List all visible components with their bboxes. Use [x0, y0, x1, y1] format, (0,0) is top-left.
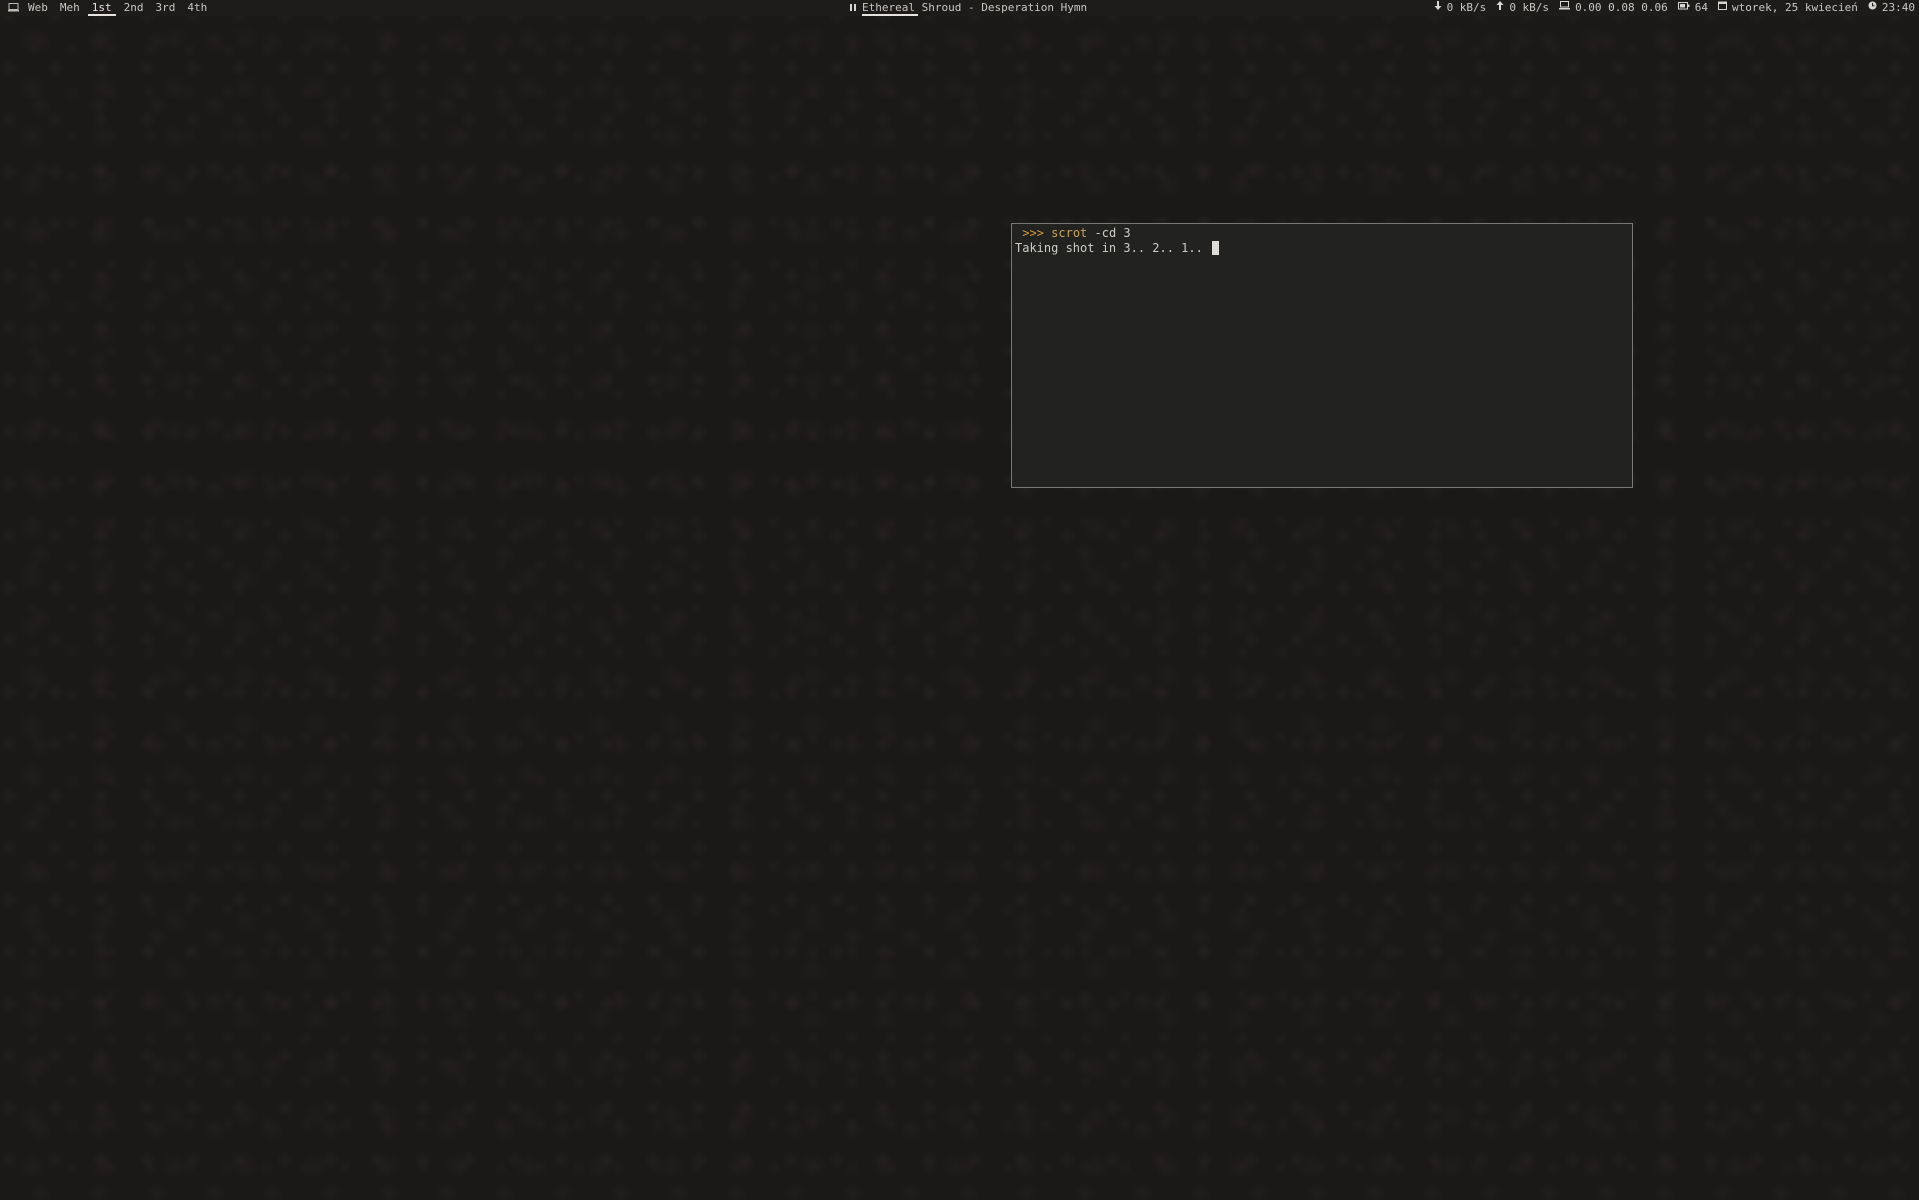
desktop-wallpaper: [0, 0, 1919, 1200]
system-load: 0.00 0.08 0.06: [1559, 0, 1668, 15]
download-rate: 0 kB/s: [1434, 0, 1486, 15]
terminal-command: scrot: [1051, 226, 1088, 240]
clock-display: 23:40: [1868, 0, 1915, 15]
pause-icon[interactable]: [850, 4, 856, 11]
terminal-window[interactable]: >>> scrot -cd 3 Taking shot in 3.. 2.. 1…: [1011, 223, 1633, 488]
now-playing-title: Ethereal Shroud - Desperation Hymn: [862, 1, 1088, 16]
tag-2nd[interactable]: 2nd: [118, 0, 150, 15]
tag-list: Web Meh 1st 2nd 3rd 4th: [4, 0, 213, 16]
battery-icon: [1677, 0, 1690, 15]
terminal-command-line: >>> scrot -cd 3: [1015, 226, 1629, 241]
laptop-icon: [1559, 0, 1571, 15]
tag-meh[interactable]: Meh: [54, 0, 86, 15]
tag-1st[interactable]: 1st: [86, 0, 118, 16]
tag-web[interactable]: Web: [22, 0, 54, 15]
terminal-cursor: [1212, 241, 1220, 255]
upload-rate: 0 kB/s: [1496, 0, 1549, 15]
date-display: wtorek, 25 kwiecień: [1718, 0, 1858, 15]
monitor-icon[interactable]: [4, 0, 22, 15]
now-playing[interactable]: Ethereal Shroud - Desperation Hymn: [846, 0, 1088, 16]
clock-icon: [1868, 0, 1877, 15]
tag-4th[interactable]: 4th: [181, 0, 213, 15]
calendar-icon: [1718, 0, 1728, 15]
tag-3rd[interactable]: 3rd: [150, 0, 182, 15]
terminal-output-line: Taking shot in 3.. 2.. 1..: [1015, 241, 1629, 256]
top-panel: Web Meh 1st 2nd 3rd 4th Ethereal Shroud …: [0, 0, 1919, 16]
terminal-prompt: >>>: [1022, 226, 1044, 240]
terminal-command-args: -cd 3: [1087, 226, 1131, 240]
arrow-up-icon: [1496, 0, 1504, 15]
battery-status: 64: [1677, 0, 1708, 15]
status-area: 0 kB/s 0 kB/s 0.00 0.08 0.06 64 wtorek, …: [1424, 0, 1915, 15]
arrow-down-icon: [1434, 0, 1442, 15]
terminal-output: Taking shot in 3.. 2.. 1..: [1015, 241, 1211, 255]
